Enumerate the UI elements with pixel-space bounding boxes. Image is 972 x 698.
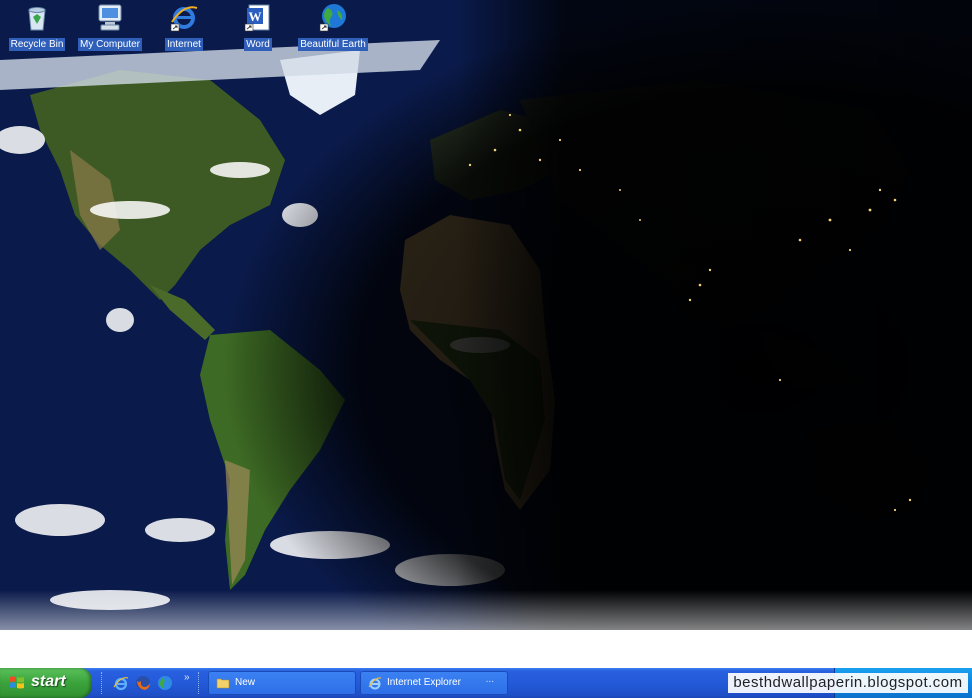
watermark-text: besthdwallpaperin.blogspot.com [728,673,968,693]
start-button[interactable]: start [0,668,92,698]
taskbar-button-new[interactable]: New [208,671,356,695]
desktop-icon-label: Internet [165,38,203,51]
folder-icon [216,676,230,690]
windows-logo-icon [9,675,25,691]
internet-explorer-icon [368,676,382,690]
desktop-icon-my-computer[interactable]: My Computer [72,2,148,52]
taskbar-button-label: Internet Explorer [387,677,461,688]
start-label: start [31,673,66,690]
my-computer-icon [95,2,125,32]
internet-explorer-icon [169,2,199,32]
desktop-icon-label: My Computer [77,38,142,51]
firefox-icon[interactable] [135,675,151,691]
quick-launch-grip[interactable] [101,672,104,694]
desktop-wallpaper: Recycle Bin My Computer Internet W Word … [0,0,972,668]
desktop-icon-label: Recycle Bin [8,38,66,51]
globe-icon[interactable] [157,675,173,691]
desktop-icon-word[interactable]: W Word [220,2,296,52]
desktop-icon-label: Beautiful Earth [298,38,368,51]
recycle-bin-icon [22,2,52,32]
globe-icon [318,2,348,32]
world-map-wallpaper [0,0,972,668]
quick-launch-more-button[interactable]: » [184,672,190,683]
taskbar-grip[interactable] [198,672,201,694]
desktop-icon-beautiful-earth[interactable]: Beautiful Earth [295,2,371,52]
word-icon: W [243,2,273,32]
desktop-icon-internet[interactable]: Internet [146,2,222,52]
svg-text:W: W [249,9,262,24]
taskbar-button-internet-explorer[interactable]: Internet Explorer ... [360,671,508,695]
desktop-icon-recycle-bin[interactable]: Recycle Bin [0,2,75,52]
desktop-icon-label: Word [244,38,272,51]
internet-explorer-icon[interactable] [113,675,129,691]
taskbar-button-label: New [235,677,256,688]
taskbar-button-overflow: ... [485,674,494,685]
